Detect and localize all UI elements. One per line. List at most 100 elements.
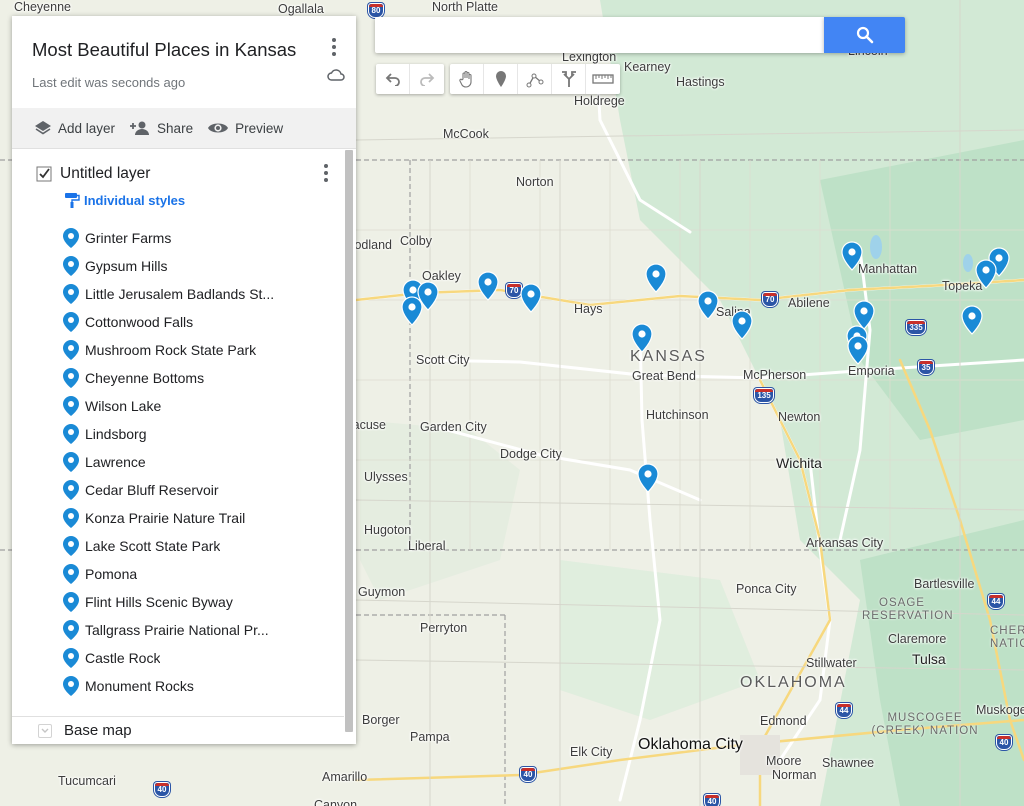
interstate-shield: 44 (836, 703, 852, 718)
map-marker-icon[interactable] (645, 263, 667, 293)
layer-visibility-checkbox[interactable] (36, 166, 52, 182)
panel-header: Most Beautiful Places in Kansas Last edi… (12, 16, 356, 108)
city-label: Pampa (410, 730, 450, 744)
city-label: Guymon (358, 585, 406, 599)
place-item[interactable]: Konza Prairie Nature Trail (12, 504, 356, 532)
place-item[interactable]: Wilson Lake (12, 392, 356, 420)
map-options-button[interactable] (324, 37, 344, 57)
map-marker-icon[interactable] (841, 241, 863, 271)
add-layer-button[interactable]: Add layer (34, 120, 115, 136)
place-item[interactable]: Mushroom Rock State Park (12, 336, 356, 364)
place-name: Cheyenne Bottoms (85, 370, 205, 386)
map-marker-icon[interactable] (697, 290, 719, 320)
base-map-row[interactable]: Base map (12, 716, 344, 744)
base-map-expand-icon[interactable] (38, 723, 52, 738)
place-item[interactable]: Lindsborg (12, 420, 356, 448)
city-label: Garden City (420, 420, 487, 434)
map-marker-icon[interactable] (477, 271, 499, 301)
map-marker-icon[interactable] (961, 305, 983, 335)
place-marker-icon (63, 508, 79, 528)
place-marker-icon (63, 620, 79, 640)
place-item[interactable]: Little Jerusalem Badlands St... (12, 280, 356, 308)
add-marker-button[interactable] (484, 64, 518, 94)
place-item[interactable]: Flint Hills Scenic Byway (12, 588, 356, 616)
city-label: Moore (766, 754, 802, 768)
map-marker-icon[interactable] (401, 296, 423, 326)
map-marker-icon[interactable] (731, 310, 753, 340)
place-item[interactable]: Monument Rocks (12, 672, 356, 700)
paint-roller-icon (65, 193, 80, 208)
layer-section: Untitled layer Individual styles Grinter… (12, 149, 356, 709)
city-label: Claremore (888, 632, 947, 646)
individual-styles-link[interactable]: Individual styles (12, 183, 356, 208)
state-label: OKLAHOMA (740, 674, 847, 691)
ruler-icon (592, 74, 614, 84)
measure-button[interactable] (586, 64, 620, 94)
edit-status: Last edit was seconds ago (32, 75, 186, 90)
directions-button[interactable] (552, 64, 586, 94)
city-label: Norman (772, 768, 817, 782)
region-label: CHEROKEE NATION (990, 625, 1024, 650)
place-item[interactable]: Cottonwood Falls (12, 308, 356, 336)
panel-scrollbar[interactable] (345, 150, 353, 732)
map-marker-icon[interactable] (631, 323, 653, 353)
layers-icon (35, 121, 51, 135)
city-label: Tulsa (912, 651, 946, 667)
city-label: Arkansas City (806, 536, 884, 550)
search-input[interactable] (375, 17, 824, 53)
map-toolbar (376, 64, 620, 94)
city-label: Hays (574, 302, 603, 316)
map-marker-icon[interactable] (637, 463, 659, 493)
city-label: Hugoton (364, 523, 412, 537)
map-marker-icon[interactable] (520, 283, 542, 313)
place-name: Flint Hills Scenic Byway (85, 594, 233, 610)
layer-header: Untitled layer (12, 149, 356, 183)
place-item[interactable]: Cheyenne Bottoms (12, 364, 356, 392)
preview-label: Preview (235, 120, 284, 136)
place-marker-icon (63, 648, 79, 668)
undo-button[interactable] (376, 64, 410, 94)
share-button[interactable]: Share (129, 120, 193, 136)
draw-line-button[interactable] (518, 64, 552, 94)
preview-button[interactable]: Preview (207, 121, 283, 136)
select-tool-button[interactable] (450, 64, 484, 94)
add-layer-label: Add layer (58, 120, 116, 136)
region-label: MUSCOGEE (CREEK) NATION (871, 712, 979, 737)
place-item[interactable]: Grinter Farms (12, 224, 356, 252)
place-name: Castle Rock (85, 650, 161, 666)
city-label: Elk City (570, 745, 613, 759)
city-label: Newton (778, 410, 821, 424)
city-label: Shawnee (822, 756, 875, 770)
place-item[interactable]: Pomona (12, 560, 356, 588)
place-item[interactable]: Cedar Bluff Reservoir (12, 476, 356, 504)
search-button[interactable] (824, 17, 905, 53)
place-item[interactable]: Tallgrass Prairie National Pr... (12, 616, 356, 644)
place-item[interactable]: Lake Scott State Park (12, 532, 356, 560)
place-name: Little Jerusalem Badlands St... (85, 286, 275, 302)
map-title[interactable]: Most Beautiful Places in Kansas (32, 39, 356, 61)
map-marker-icon[interactable] (847, 335, 869, 365)
redo-button[interactable] (410, 64, 444, 94)
city-label: Norton (516, 175, 554, 189)
interstate-shield: 40 (996, 735, 1012, 750)
place-item[interactable]: Gypsum Hills (12, 252, 356, 280)
layer-options-button[interactable] (316, 163, 336, 183)
place-marker-icon (63, 228, 79, 248)
city-label: Scott City (416, 353, 470, 367)
city-label: Amarillo (322, 770, 368, 784)
place-marker-icon (63, 480, 79, 500)
place-item[interactable]: Lawrence (12, 448, 356, 476)
place-name: Lawrence (85, 454, 146, 470)
map-marker-icon[interactable] (975, 259, 997, 289)
layer-name[interactable]: Untitled layer (60, 165, 150, 183)
place-name: Wilson Lake (85, 398, 162, 414)
redo-icon (420, 73, 435, 86)
city-label: Borger (362, 713, 400, 727)
city-label: Dodge City (500, 447, 562, 461)
place-marker-icon (63, 284, 79, 304)
place-item[interactable]: Castle Rock (12, 644, 356, 672)
place-name: Tallgrass Prairie National Pr... (85, 622, 269, 638)
interstate-shield: 44 (988, 594, 1004, 609)
panel-actions: Add layer Share Preview (12, 108, 356, 149)
hand-icon (458, 70, 472, 88)
